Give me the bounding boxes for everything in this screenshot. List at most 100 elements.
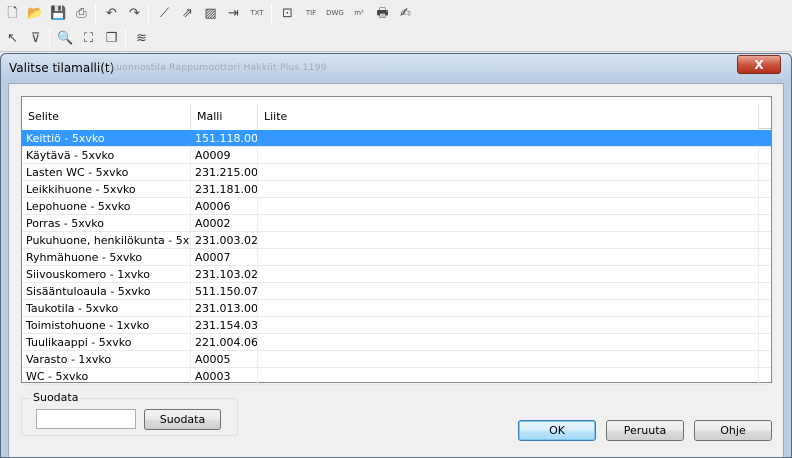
- layers-icon[interactable]: ≋: [131, 28, 152, 49]
- list-item[interactable]: Varasto - 1xvko A0005: [22, 351, 771, 368]
- list-item-model: A0007: [191, 249, 258, 265]
- list-item[interactable]: Tuulikaappi - 5xvko 221.004.06: [22, 334, 771, 351]
- list-item-description: Taukotila - 5xvko: [22, 300, 191, 316]
- list-item[interactable]: Lepohuone - 5xvko A0006: [22, 198, 771, 215]
- list-item-description: Lepohuone - 5xvko: [22, 198, 191, 214]
- list-item-description: Toimistohuone - 1xvko: [22, 317, 191, 333]
- list-item-description: Varasto - 1xvko: [22, 351, 191, 367]
- tif-export-icon[interactable]: TIF: [300, 3, 322, 24]
- list-item-description: Leikkihuone - 5xvko: [22, 181, 191, 197]
- list-item-attachment: [258, 266, 759, 282]
- list-item-attachment: [258, 317, 759, 333]
- column-header-selite[interactable]: Selite: [22, 105, 191, 129]
- list-item-model: 151.118.00: [191, 130, 258, 146]
- list-item-attachment: [258, 351, 759, 367]
- help-button[interactable]: Ohje: [694, 420, 772, 441]
- list-item[interactable]: Porras - 5xvko A0002: [22, 215, 771, 232]
- filter-input[interactable]: [36, 409, 136, 429]
- list-item[interactable]: Pukuhuone, henkilökunta - 5xvko 231.003.0…: [22, 232, 771, 249]
- redo-icon[interactable]: ↷: [124, 3, 145, 24]
- list-item[interactable]: Lasten WC - 5xvko 231.215.00: [22, 164, 771, 181]
- list-item-model: A0002: [191, 215, 258, 231]
- list-item-attachment: [258, 181, 759, 197]
- list-item[interactable]: Siivouskomero - 1xvko 231.103.02: [22, 266, 771, 283]
- list-item[interactable]: Sisääntuloaula - 5xvko 511.150.07: [22, 283, 771, 300]
- list-item-description: Pukuhuone, henkilökunta - 5xvko: [22, 232, 191, 248]
- numbering-icon[interactable]: ⇥: [223, 3, 244, 24]
- dialog-title-background-text: Luonnostila Rappumoottori Hakkiit Plus 1…: [111, 63, 327, 73]
- print-preview-icon[interactable]: 🖶: [372, 3, 393, 24]
- list-item-description: Käytävä - 5xvko: [22, 147, 191, 163]
- open-icon[interactable]: 📂: [25, 3, 46, 24]
- list-item-description: WC - 5xvko: [22, 368, 191, 384]
- zoom-window-icon[interactable]: ❐: [101, 28, 122, 49]
- list-item-model: A0003: [191, 368, 258, 384]
- toolbar-separator: [49, 28, 50, 49]
- list-item-model: 231.013.00: [191, 300, 258, 316]
- hatch-icon[interactable]: ▨: [200, 3, 221, 24]
- list-item-description: Porras - 5xvko: [22, 215, 191, 231]
- filter-select-icon[interactable]: ⊽: [25, 28, 46, 49]
- list-item-description: Siivouskomero - 1xvko: [22, 266, 191, 282]
- list-item-model: 221.004.06: [191, 334, 258, 350]
- filter-button[interactable]: Suodata: [144, 409, 221, 430]
- snapshot-icon[interactable]: ⊡: [277, 3, 298, 24]
- list-item-attachment: [258, 147, 759, 163]
- dimension-icon[interactable]: ⇗: [177, 3, 198, 24]
- room-model-list[interactable]: Selite Malli Liite Keittiö - 5xvko 151.11…: [21, 96, 772, 385]
- list-item-model: A0006: [191, 198, 258, 214]
- zoom-icon[interactable]: 🔍: [55, 28, 76, 49]
- list-item-model: 511.150.07: [191, 283, 258, 299]
- list-item[interactable]: Käytävä - 5xvko A0009: [22, 147, 771, 164]
- close-button[interactable]: X: [737, 55, 781, 74]
- dialog-title-bar[interactable]: Valitse tilamalli(t) Luonnostila Rappumo…: [1, 54, 791, 82]
- list-item[interactable]: Ryhmähuone - 5xvko A0007: [22, 249, 771, 266]
- list-item-model: 231.103.02: [191, 266, 258, 282]
- secondary-toolbar: ↖ ⊽ 🔍 ⛶ ❐ ≋: [0, 26, 792, 52]
- column-header-malli[interactable]: Malli: [191, 105, 258, 129]
- select-arrow-icon[interactable]: ↖: [2, 28, 23, 49]
- undo-icon[interactable]: ↶: [101, 3, 122, 24]
- text-icon[interactable]: TXT: [246, 3, 268, 24]
- toolbar-separator: [95, 3, 96, 23]
- toolbar-separator: [148, 3, 149, 23]
- list-item[interactable]: WC - 5xvko A0003: [22, 368, 771, 385]
- list-item-description: Keittiö - 5xvko: [22, 130, 191, 146]
- list-item-model: 231.003.02: [191, 232, 258, 248]
- list-item-attachment: [258, 164, 759, 180]
- close-icon: X: [754, 57, 764, 72]
- column-header-liite[interactable]: Liite: [258, 105, 759, 129]
- list-item-model: A0009: [191, 147, 258, 163]
- list-item-model: A0005: [191, 351, 258, 367]
- list-item-attachment: [258, 334, 759, 350]
- filter-group: Suodata Suodata: [21, 391, 238, 436]
- list-item-description: Ryhmähuone - 5xvko: [22, 249, 191, 265]
- list-item-description: Tuulikaappi - 5xvko: [22, 334, 191, 350]
- save-icon[interactable]: 💾: [48, 3, 69, 24]
- print-icon[interactable]: ⎙: [71, 3, 92, 24]
- list-item[interactable]: Toimistohuone - 1xvko 231.154.03: [22, 317, 771, 334]
- list-item-attachment: [258, 249, 759, 265]
- list-item-model: 231.154.03: [191, 317, 258, 333]
- dialog-client-area: Selite Malli Liite Keittiö - 5xvko 151.11…: [8, 83, 784, 457]
- list-rows: Keittiö - 5xvko 151.118.00 Käytävä - 5xvko…: [22, 130, 771, 385]
- select-room-model-dialog: Valitse tilamalli(t) Luonnostila Rappumo…: [0, 53, 792, 458]
- list-item-description: Lasten WC - 5xvko: [22, 164, 191, 180]
- edit-drawing-icon[interactable]: ✍: [395, 3, 416, 24]
- list-item-attachment: [258, 198, 759, 214]
- cancel-button[interactable]: Peruuta: [606, 420, 684, 441]
- list-item[interactable]: Taukotila - 5xvko 231.013.00: [22, 300, 771, 317]
- list-item-model: 231.181.00: [191, 181, 258, 197]
- ok-button[interactable]: OK: [518, 420, 596, 441]
- list-item-attachment: [258, 232, 759, 248]
- list-item-attachment: [258, 283, 759, 299]
- list-item[interactable]: Keittiö - 5xvko 151.118.00: [22, 130, 771, 147]
- list-item-attachment: [258, 300, 759, 316]
- dwg-export-icon[interactable]: DWG: [324, 3, 346, 24]
- line-icon[interactable]: ⟋: [154, 3, 175, 24]
- zoom-extents-icon[interactable]: ⛶: [78, 28, 99, 49]
- new-icon[interactable]: 🗋: [2, 3, 23, 24]
- toolbar-separator: [271, 3, 272, 23]
- list-item[interactable]: Leikkihuone - 5xvko 231.181.00: [22, 181, 771, 198]
- area-icon[interactable]: m²: [348, 3, 370, 24]
